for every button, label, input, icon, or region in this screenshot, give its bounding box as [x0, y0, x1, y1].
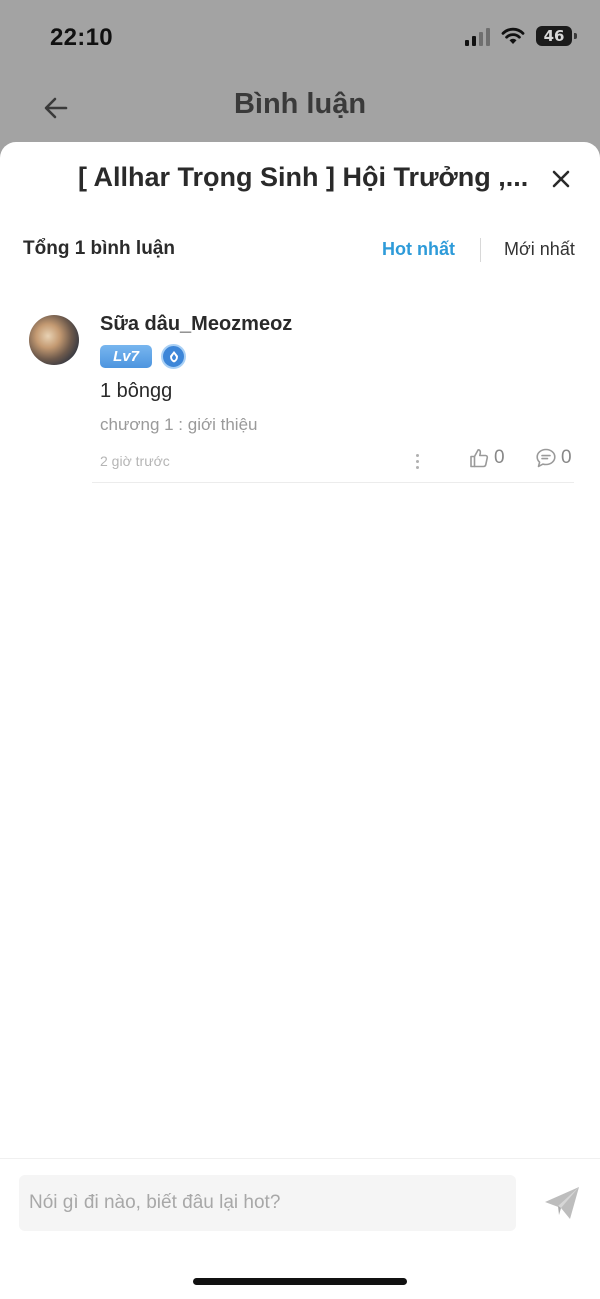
battery-icon: 46 [536, 26, 577, 46]
sort-hot-tab[interactable]: Hot nhất [382, 239, 455, 260]
like-count: 0 [494, 447, 505, 468]
comment-timestamp: 2 giờ trước [100, 453, 170, 469]
comment-summary: Tổng 1 bình luận Hot nhất Mới nhất [0, 236, 600, 266]
thumbs-up-icon [470, 449, 489, 468]
reply-button[interactable]: 0 [535, 447, 572, 469]
sort-divider [480, 238, 481, 262]
send-button[interactable] [540, 1181, 584, 1225]
comment-divider [92, 482, 574, 483]
wifi-icon [501, 27, 525, 44]
comment-input[interactable] [19, 1175, 516, 1231]
vip-badge-icon [161, 344, 186, 369]
home-indicator [193, 1278, 407, 1285]
user-badges: Lv7 [100, 344, 186, 369]
battery-level: 46 [543, 27, 565, 45]
more-options-icon[interactable] [410, 449, 424, 473]
avatar[interactable] [29, 315, 79, 365]
status-bar: 22:10 46 [0, 0, 600, 76]
comment-username[interactable]: Sữa dâu_Meozmeoz [100, 313, 292, 336]
comment-bubble-icon [536, 448, 556, 468]
comment-input-bar [0, 1158, 600, 1258]
send-icon [545, 1187, 579, 1219]
reply-count: 0 [561, 447, 572, 468]
cellular-signal-icon [465, 26, 490, 46]
sheet-title: [ Allhar Trọng Sinh ] Hội Trưởng ,... [78, 162, 528, 192]
comment-chapter[interactable]: chương 1 : giới thiệu [100, 415, 257, 435]
like-button[interactable]: 0 [468, 447, 505, 469]
total-comments: Tổng 1 bình luận [23, 238, 175, 259]
close-button[interactable] [546, 164, 576, 194]
close-icon [552, 170, 570, 188]
page-header: Bình luận [0, 80, 600, 136]
status-time: 22:10 [50, 24, 113, 51]
comment-text: 1 bôngg [100, 380, 173, 402]
sort-new-tab[interactable]: Mới nhất [504, 239, 575, 260]
comments-sheet: [ Allhar Trọng Sinh ] Hội Trưởng ,... Tổ… [0, 142, 600, 1299]
status-icons: 46 [465, 26, 577, 46]
page-title: Bình luận [233, 88, 367, 120]
level-badge: Lv7 [100, 345, 152, 368]
comment-item: Sữa dâu_Meozmeoz Lv7 1 bôngg chương 1 : … [0, 307, 600, 483]
